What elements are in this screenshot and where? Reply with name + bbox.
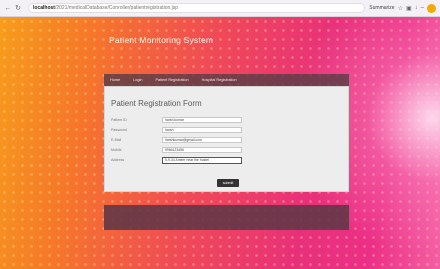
refresh-icon[interactable]: ↻ xyxy=(14,4,22,12)
patient-id-label: Patient ID xyxy=(111,118,127,122)
browser-toolbar: ← ↻ localhost /2021/medicalDatabase/Conr… xyxy=(0,0,440,17)
back-icon[interactable]: ← xyxy=(4,4,12,12)
email-label: E-Mail xyxy=(111,138,122,142)
mobile-input[interactable]: 9966123456 xyxy=(162,147,242,153)
registration-form: Patient Registration Form Patient ID har… xyxy=(104,86,349,192)
extensions-icon[interactable]: ▣ xyxy=(406,5,412,12)
star-icon[interactable]: ☆ xyxy=(398,5,403,12)
site-title: Patient Monitoring System xyxy=(109,35,214,45)
profile-avatar[interactable] xyxy=(427,3,436,13)
nav-item-login[interactable]: Login xyxy=(133,78,142,82)
footer-bar xyxy=(104,205,349,230)
url-host: localhost xyxy=(33,5,55,11)
minimize-icon[interactable]: – xyxy=(421,5,424,11)
password-label: Password xyxy=(111,128,127,132)
address-input[interactable]: 5-9-34 Ameer near the hostel xyxy=(162,157,242,164)
mobile-label: Mobile xyxy=(111,148,122,152)
page-background: Patient Monitoring System Home Login Pat… xyxy=(0,17,440,269)
nav-item-home[interactable]: Home xyxy=(110,78,120,82)
submit-button[interactable]: submit xyxy=(217,179,239,187)
url-path: /2021/medicalDatabase/Conroller/patientr… xyxy=(54,5,179,11)
nav-item-patient-registration[interactable]: Patient Registration xyxy=(155,78,188,82)
form-heading: Patient Registration Form xyxy=(111,99,202,108)
password-input[interactable]: harsh xyxy=(162,127,242,133)
address-label: Address xyxy=(111,158,125,162)
patient-id-input[interactable]: harsh.kumar xyxy=(162,117,242,123)
nav-bar: Home Login Patient Registration Hospital… xyxy=(104,74,349,86)
address-bar[interactable]: localhost /2021/medicalDatabase/Conrolle… xyxy=(28,3,366,13)
email-input[interactable]: harshkumar@gmail.com xyxy=(162,137,242,143)
download-icon[interactable]: ↓ xyxy=(415,5,418,11)
browser-actions: Summarize ☆ ▣ ↓ – xyxy=(369,3,436,13)
summarize-label[interactable]: Summarize xyxy=(369,5,394,11)
nav-item-hospital-registration[interactable]: Hospital Registration xyxy=(202,78,237,82)
